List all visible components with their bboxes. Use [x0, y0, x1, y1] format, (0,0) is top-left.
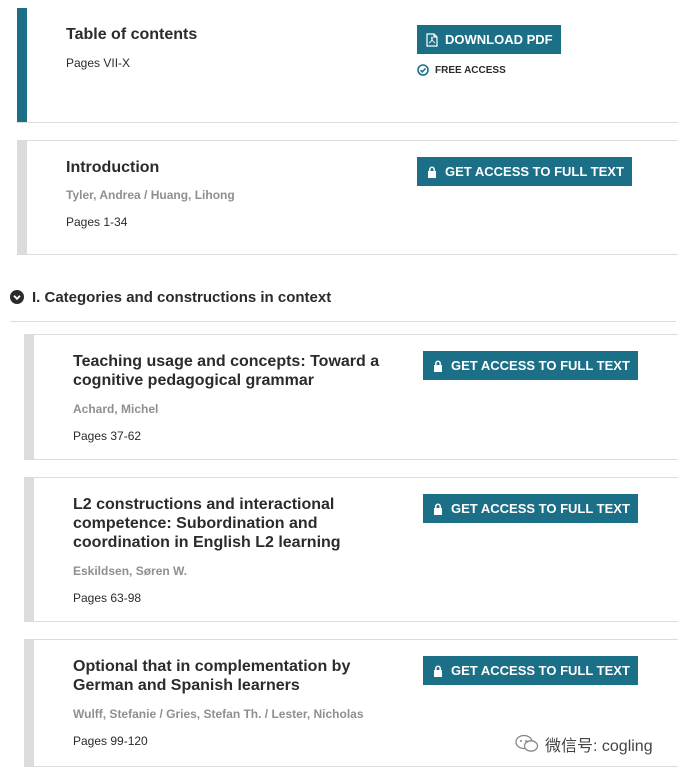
chapter-title-line: competence: Subordination and [73, 515, 318, 532]
chapter-title-line: Optional that in complementation by [73, 658, 351, 675]
chevron-down-circle-icon[interactable] [10, 290, 24, 304]
chapter-authors: Tyler, Andrea / Huang, Lihong [66, 188, 235, 202]
get-access-label: GET ACCESS TO FULL TEXT [451, 663, 630, 678]
get-access-label: GET ACCESS TO FULL TEXT [445, 164, 624, 179]
chapter-authors: Eskildsen, Søren W. [73, 564, 188, 578]
chapter-pages: Pages 1-34 [66, 215, 128, 229]
toc-title[interactable]: Table of contents [66, 25, 197, 44]
introduction-card: Introduction Tyler, Andrea / Huang, Liho… [17, 140, 678, 255]
section-title: I. Categories and constructions in conte… [32, 288, 332, 306]
pdf-icon [425, 32, 439, 47]
chapter-title[interactable]: Teaching usage and concepts: Toward a co… [73, 352, 379, 390]
lock-icon [431, 502, 445, 516]
chapter-pages: Pages 63-98 [73, 591, 142, 605]
get-access-button[interactable]: GET ACCESS TO FULL TEXT [423, 494, 638, 523]
card-bar [24, 478, 34, 621]
free-access-badge: FREE ACCESS [417, 64, 506, 76]
chapter-title[interactable]: Optional that in complementation by Germ… [73, 657, 350, 695]
toc-card: Table of contents Pages VII-X DOWNLOAD P… [17, 8, 678, 123]
chapter-title-line: coordination in English L2 learning [73, 534, 341, 551]
wechat-watermark: 微信号: cogling [515, 732, 653, 756]
get-access-button[interactable]: GET ACCESS TO FULL TEXT [423, 656, 638, 685]
watermark-text: 微信号: cogling [545, 738, 653, 755]
get-access-button[interactable]: GET ACCESS TO FULL TEXT [417, 157, 632, 186]
chapter-title[interactable]: Introduction [66, 158, 159, 177]
chapter-title-line: L2 constructions and interactional [73, 496, 335, 513]
get-access-button[interactable]: GET ACCESS TO FULL TEXT [423, 351, 638, 380]
card-bar [17, 141, 27, 254]
toc-pages: Pages VII-X [66, 56, 131, 70]
download-pdf-label: DOWNLOAD PDF [445, 32, 553, 47]
chapter-title-line: cognitive pedagogical grammar [73, 372, 314, 389]
section-header[interactable]: I. Categories and constructions in conte… [10, 285, 676, 322]
chapter-authors: Wulff, Stefanie / Gries, Stefan Th. / Le… [73, 707, 364, 721]
card-bar [24, 335, 34, 459]
card-bar [24, 640, 34, 766]
chapter-card: Teaching usage and concepts: Toward a co… [24, 334, 678, 460]
lock-icon [431, 664, 445, 678]
chapter-title-line: German and Spanish learners [73, 677, 300, 694]
chapter-title[interactable]: L2 constructions and interactional compe… [73, 495, 341, 552]
lock-icon [425, 165, 439, 179]
chapter-pages: Pages 99-120 [73, 734, 148, 748]
check-circle-icon [417, 64, 429, 76]
card-accent-bar [17, 8, 27, 122]
lock-icon [431, 359, 445, 373]
chapter-title-line: Teaching usage and concepts: Toward a [73, 353, 380, 370]
get-access-label: GET ACCESS TO FULL TEXT [451, 358, 630, 373]
chapter-authors: Achard, Michel [73, 402, 159, 416]
free-access-label: FREE ACCESS [435, 64, 506, 76]
download-pdf-button[interactable]: DOWNLOAD PDF [417, 25, 561, 54]
wechat-icon [515, 734, 539, 754]
chapter-card: L2 constructions and interactional compe… [24, 477, 678, 622]
chapter-pages: Pages 37-62 [73, 429, 142, 443]
get-access-label: GET ACCESS TO FULL TEXT [451, 501, 630, 516]
